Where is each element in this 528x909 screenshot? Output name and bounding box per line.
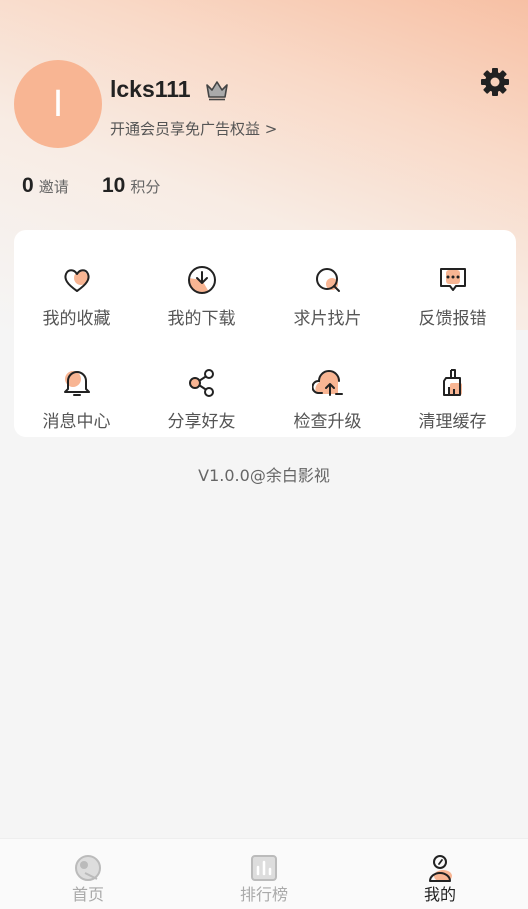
stat-label: 邀请 bbox=[38, 178, 69, 196]
heart-icon bbox=[63, 269, 90, 292]
download-icon bbox=[187, 266, 216, 294]
stat-value: 10 bbox=[102, 174, 126, 197]
menu-item-update[interactable]: 检查升级 bbox=[265, 345, 390, 435]
bell-icon bbox=[63, 371, 90, 396]
menu-item-label: 我的收藏 bbox=[42, 309, 111, 329]
tab-label: 排行榜 bbox=[239, 885, 288, 904]
menu-item-label: 消息中心 bbox=[42, 412, 111, 432]
app-version: V1.0.0@余白影视 bbox=[198, 466, 330, 485]
ranking-icon bbox=[251, 855, 277, 881]
menu-item-label: 求片找片 bbox=[293, 309, 362, 329]
menu-item-messages[interactable]: 消息中心 bbox=[14, 345, 139, 435]
menu-item-share[interactable]: 分享好友 bbox=[139, 345, 264, 435]
menu-item-downloads[interactable]: 我的下载 bbox=[139, 242, 264, 332]
tab-label: 首页 bbox=[71, 885, 104, 904]
broom-icon bbox=[442, 369, 462, 396]
tab-label: 我的 bbox=[423, 885, 456, 904]
stat-invites[interactable]: 0 邀请 bbox=[22, 174, 69, 198]
menu-item-label: 我的下载 bbox=[167, 309, 236, 329]
menu-item-label: 分享好友 bbox=[167, 412, 236, 432]
menu-card: 我的收藏 我的下载 求片找片 反馈报错 消息中心 分享好友 检查升级 清理缓存 bbox=[14, 230, 516, 437]
stat-points[interactable]: 10 积分 bbox=[102, 174, 160, 198]
vip-promo-link[interactable]: 开通会员享免广告权益 > bbox=[110, 118, 277, 139]
profile-icon bbox=[429, 855, 452, 882]
stat-label: 积分 bbox=[130, 178, 161, 196]
avatar[interactable]: I bbox=[14, 60, 102, 148]
search-icon bbox=[315, 268, 340, 292]
bottom-tab-bar: 首页 排行榜 我的 bbox=[0, 838, 528, 909]
tab-profile[interactable]: 我的 bbox=[352, 839, 528, 909]
home-icon bbox=[75, 855, 101, 881]
menu-item-feedback[interactable]: 反馈报错 bbox=[390, 242, 515, 332]
crown-icon bbox=[206, 81, 228, 101]
menu-item-favorites[interactable]: 我的收藏 bbox=[14, 242, 139, 332]
tab-home[interactable]: 首页 bbox=[0, 839, 176, 909]
menu-item-request[interactable]: 求片找片 bbox=[265, 242, 390, 332]
menu-item-clear-cache[interactable]: 清理缓存 bbox=[390, 345, 515, 435]
gear-icon[interactable] bbox=[479, 66, 511, 98]
cloud-upload-icon bbox=[311, 370, 343, 396]
menu-item-label: 检查升级 bbox=[293, 412, 362, 432]
stat-value: 0 bbox=[22, 174, 34, 197]
menu-item-label: 反馈报错 bbox=[418, 309, 487, 329]
avatar-letter: I bbox=[52, 82, 64, 125]
username: lcks111 bbox=[110, 76, 191, 102]
menu-item-label: 清理缓存 bbox=[418, 412, 487, 432]
share-icon bbox=[188, 369, 214, 397]
tab-ranking[interactable]: 排行榜 bbox=[176, 839, 352, 909]
feedback-icon bbox=[439, 268, 466, 291]
